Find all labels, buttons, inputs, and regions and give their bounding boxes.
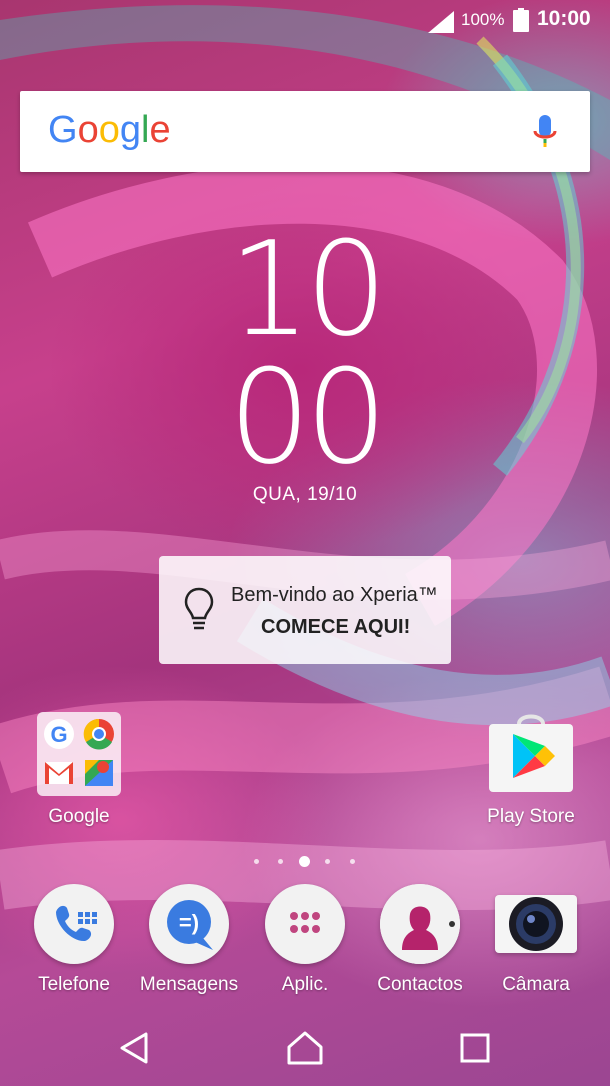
home-icon[interactable] bbox=[285, 1028, 325, 1068]
navigation-bar bbox=[0, 1010, 610, 1086]
google-logo-letter: o bbox=[98, 109, 120, 151]
clock-hours[interactable]: 10 bbox=[0, 224, 610, 354]
back-icon[interactable] bbox=[116, 1028, 156, 1068]
apps-grid-icon bbox=[290, 912, 320, 933]
google-logo-letter: e bbox=[149, 109, 171, 151]
signal-icon bbox=[428, 11, 454, 33]
welcome-title: Bem-vindo ao Xperia™ bbox=[231, 584, 438, 606]
messages-app[interactable]: =) bbox=[149, 884, 229, 964]
battery-full-icon bbox=[513, 8, 529, 32]
welcome-cta: COMECE AQUI! bbox=[261, 616, 411, 638]
page-dot bbox=[350, 859, 355, 864]
page-indicator bbox=[250, 854, 360, 868]
google-folder-icon: G bbox=[44, 718, 114, 786]
google-logo-letter: l bbox=[140, 109, 150, 151]
contacts-app[interactable] bbox=[380, 884, 460, 964]
battery-percent: 100% bbox=[461, 10, 505, 29]
mic-icon[interactable] bbox=[532, 113, 558, 153]
svg-text:=): =) bbox=[179, 910, 199, 935]
camera-label: Câmara bbox=[502, 974, 570, 995]
google-folder-label: Google bbox=[48, 806, 110, 827]
phone-app[interactable] bbox=[34, 884, 114, 964]
google-logo-letter: G bbox=[48, 109, 78, 151]
xperia-welcome-card[interactable]: Bem-vindo ao Xperia™ COMECE AQUI! bbox=[159, 556, 451, 664]
svg-text:G: G bbox=[50, 722, 67, 747]
lightbulb-icon bbox=[184, 587, 214, 630]
google-search-bar[interactable]: Google bbox=[20, 91, 590, 172]
page-dot-active bbox=[299, 856, 310, 867]
play-store-app[interactable] bbox=[487, 712, 575, 796]
play-store-icon bbox=[489, 714, 573, 792]
google-logo-letter: g bbox=[119, 109, 141, 151]
clock-date: QUA, 19/10 bbox=[252, 484, 358, 505]
status-bar: 100% 10:00 bbox=[0, 0, 610, 42]
messages-icon: =) bbox=[167, 900, 213, 950]
camera-app[interactable] bbox=[495, 895, 577, 953]
page-dot bbox=[254, 859, 259, 864]
google-folder[interactable]: G bbox=[37, 712, 121, 796]
apps-drawer-button[interactable] bbox=[265, 884, 345, 964]
play-store-label: Play Store bbox=[487, 806, 575, 827]
google-logo: Google bbox=[48, 109, 171, 152]
page-dot bbox=[325, 859, 330, 864]
camera-icon bbox=[509, 897, 563, 951]
phone-icon bbox=[56, 905, 97, 942]
contacts-icon bbox=[380, 884, 460, 964]
recents-icon[interactable] bbox=[455, 1028, 495, 1068]
google-logo-letter: o bbox=[77, 109, 99, 151]
page-dot bbox=[278, 859, 283, 864]
status-time: 10:00 bbox=[537, 7, 591, 30]
clock-minutes[interactable]: 00 bbox=[0, 352, 610, 482]
